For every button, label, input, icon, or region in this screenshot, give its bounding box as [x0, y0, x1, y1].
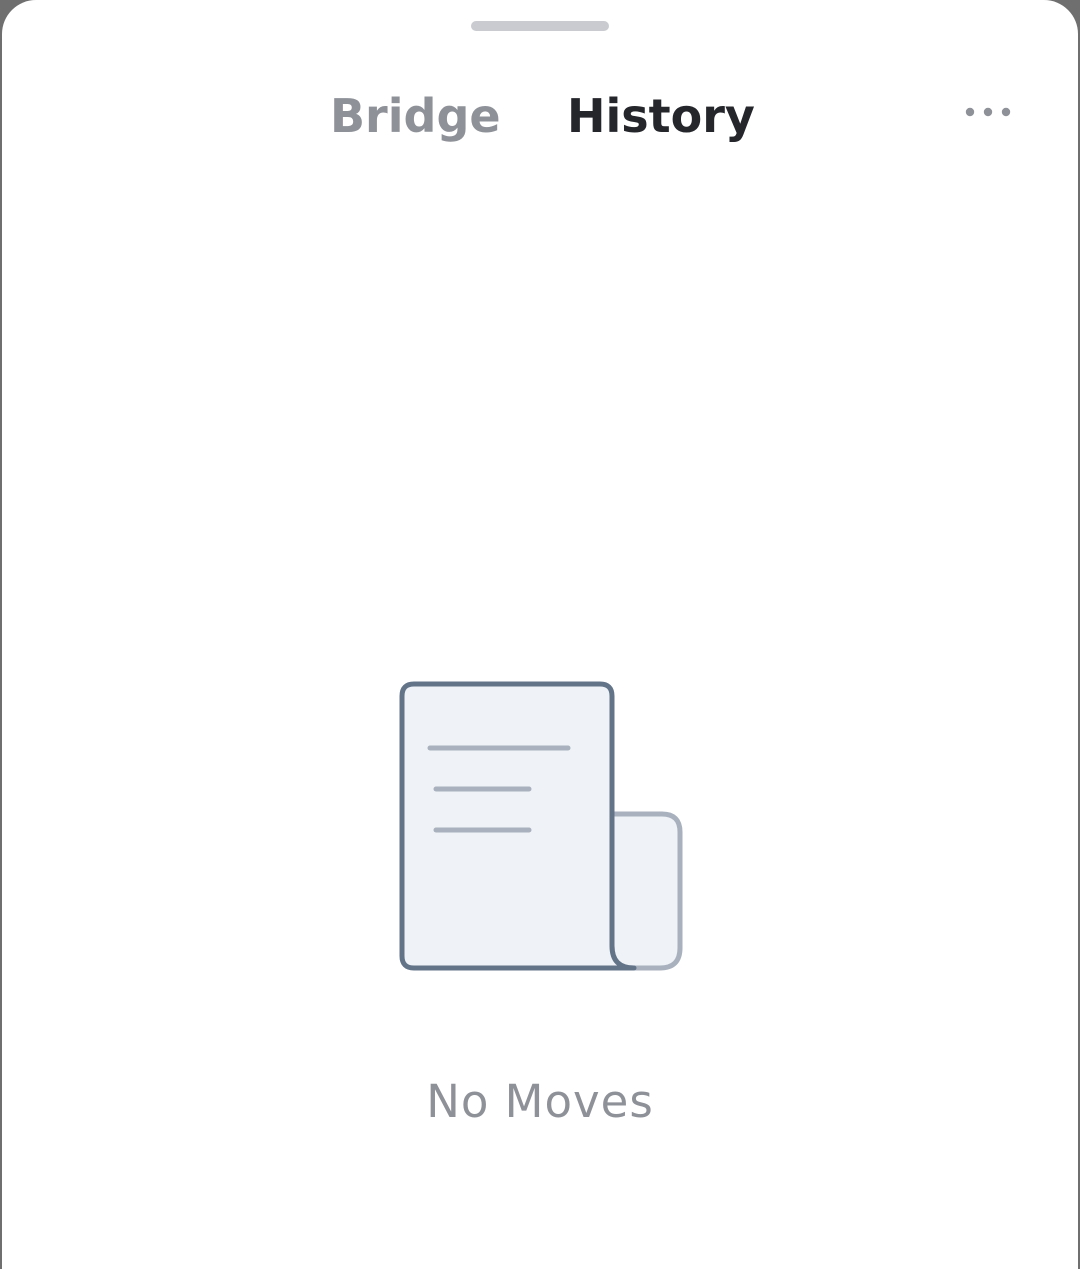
empty-state-illustration [398, 680, 688, 979]
empty-state-message: No Moves [426, 1075, 654, 1128]
tab-bar: Bridge History [2, 86, 1078, 146]
tab-history[interactable]: History [567, 86, 755, 146]
more-horizontal-icon [965, 107, 1011, 117]
drag-handle[interactable] [471, 21, 609, 31]
receipt-document-icon [399, 681, 683, 971]
bottom-sheet: Bridge History No Moves [2, 0, 1078, 1269]
more-options-button[interactable] [954, 90, 1022, 134]
tab-bridge[interactable]: Bridge [330, 86, 501, 146]
